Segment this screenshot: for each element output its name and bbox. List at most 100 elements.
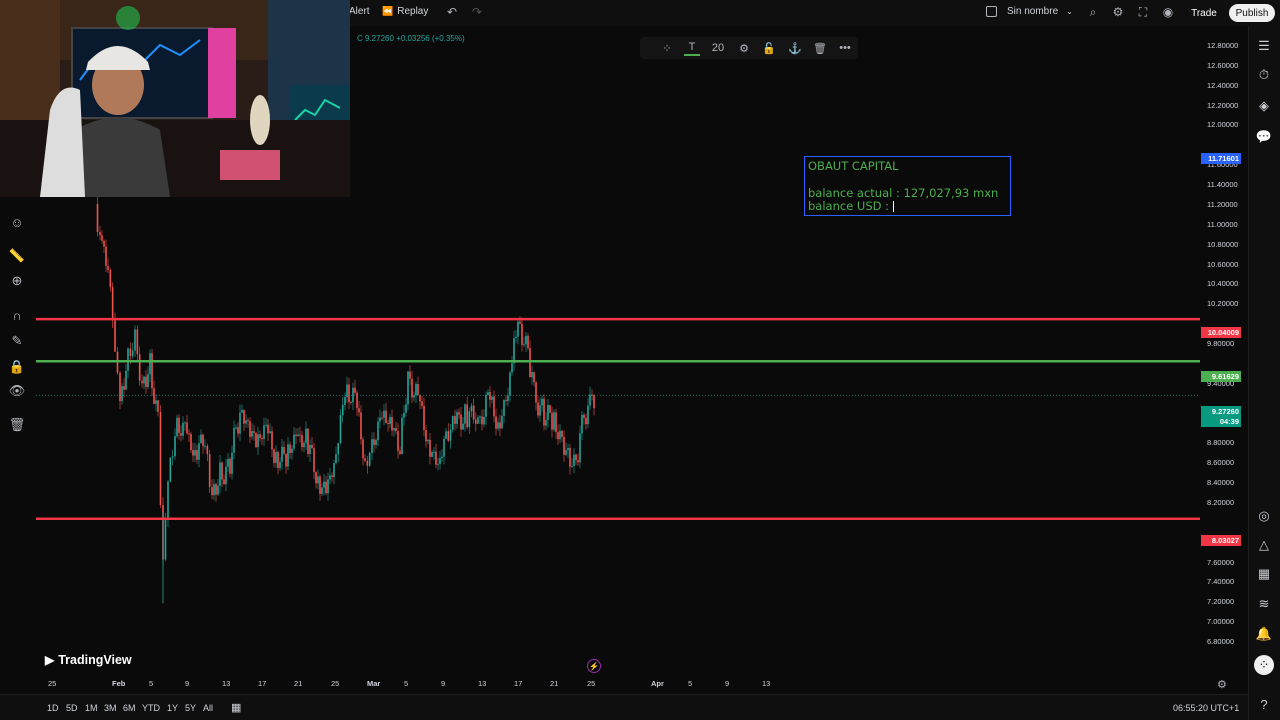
ideas-icon[interactable]: △ [1254, 535, 1274, 555]
date-tick: 5 [688, 679, 693, 688]
candle-body [315, 472, 317, 484]
pencil-lock-icon[interactable]: ✎ [7, 331, 27, 351]
camera-icon[interactable]: ◉ [1161, 5, 1175, 19]
candle-body [381, 417, 383, 419]
templates-icon[interactable]: ⁘ [659, 40, 675, 56]
candle-body [261, 438, 263, 440]
layers-icon[interactable]: ◈ [1254, 96, 1274, 116]
bolt-icon[interactable]: ⚡ [587, 659, 601, 673]
anchor-icon[interactable]: ⚓ [787, 40, 803, 56]
settings-icon[interactable]: ⚙ [1111, 5, 1125, 19]
note-balance-usd-line[interactable]: balance USD : [808, 200, 1007, 213]
candle-body [188, 433, 190, 435]
date-tick: Apr [651, 679, 664, 688]
calendar-range-icon[interactable]: ▦ [231, 701, 241, 714]
candle-body [437, 463, 439, 465]
candle-body [145, 376, 147, 388]
chat-icon[interactable]: 💬 [1254, 127, 1274, 147]
candle-body [311, 444, 313, 449]
candle-body [101, 235, 103, 241]
candle-body [521, 323, 523, 345]
target-icon[interactable]: ◎ [1254, 506, 1274, 526]
candle-body [509, 372, 511, 396]
candle-body [419, 395, 421, 402]
candle-body [549, 404, 551, 413]
candle-body [255, 432, 257, 448]
price-badge: 11.71601 [1201, 153, 1241, 164]
calendar-icon[interactable]: ▦ [1254, 564, 1274, 584]
candle-body [567, 448, 569, 451]
range-button[interactable]: 5Y [185, 703, 196, 713]
candle-body [391, 417, 393, 431]
eye-icon[interactable]: 👁 [7, 381, 27, 401]
replay-button[interactable]: ⏪ Replay [382, 6, 428, 17]
range-button[interactable]: 1M [85, 703, 98, 713]
alert-button[interactable]: Alert [349, 6, 370, 17]
redo-icon[interactable]: ↷ [470, 5, 484, 19]
fullscreen-icon[interactable]: ⛶ [1136, 5, 1150, 19]
range-button[interactable]: 1D [47, 703, 59, 713]
font-size-button[interactable]: 20 [710, 40, 726, 56]
candle-body [470, 405, 473, 412]
note-balance-usd: balance USD : [808, 199, 893, 214]
axis-settings-icon[interactable]: ⚙ [1217, 678, 1227, 691]
magnet-icon[interactable]: ∩ [7, 305, 27, 325]
streams-icon[interactable]: ≋ [1254, 594, 1274, 614]
quick-search-icon[interactable]: ⌕ [1086, 5, 1100, 19]
replay-label: Replay [397, 6, 429, 17]
help-icon[interactable]: ? [1254, 694, 1274, 714]
candle-body [235, 427, 237, 429]
date-tick: 9 [725, 679, 730, 688]
candle-body [385, 410, 387, 424]
apps-grid-icon[interactable]: ⁘ [1254, 655, 1274, 675]
chevron-down-icon: ⌄ [1066, 7, 1073, 16]
range-button[interactable]: All [203, 703, 213, 713]
watchlist-icon[interactable]: ☰ [1254, 36, 1274, 56]
candle-body [141, 380, 143, 384]
candle-body [559, 430, 561, 440]
candle-body [176, 417, 178, 437]
candle-body [511, 363, 513, 373]
lock-icon[interactable]: 🔒 [7, 357, 27, 377]
range-button[interactable]: 3M [104, 703, 117, 713]
candle-body [523, 344, 525, 346]
candle-body [233, 427, 235, 453]
text-note[interactable]: OBAUT CAPITAL balance actual : 127,027,9… [804, 156, 1011, 216]
trash-icon[interactable]: 🗑 [7, 415, 27, 435]
lock-icon[interactable]: 🔓 [761, 40, 777, 56]
range-button[interactable]: 5D [66, 703, 78, 713]
candle-body [358, 408, 360, 413]
range-button[interactable]: YTD [142, 703, 160, 713]
candle-body [186, 422, 188, 434]
publish-button[interactable]: Publish [1229, 4, 1275, 22]
trade-button[interactable]: Trade [1184, 4, 1224, 22]
undo-icon[interactable]: ↶ [445, 5, 459, 19]
candle-body [138, 354, 141, 381]
more-icon[interactable]: ••• [837, 40, 853, 56]
emoji-icon[interactable]: ☺ [7, 212, 27, 232]
candle-body [403, 412, 405, 418]
candle-body [178, 417, 180, 434]
layout-selector[interactable]: Sin nombre ⌄ [986, 6, 1073, 17]
ruler-icon[interactable]: 📏 [7, 246, 27, 266]
candle-body [103, 240, 105, 247]
candle-body [208, 454, 211, 487]
text-color-icon[interactable]: T [684, 40, 700, 56]
candle-body [585, 418, 587, 425]
range-button[interactable]: 6M [123, 703, 136, 713]
notifications-icon[interactable]: 🔔 [1254, 624, 1274, 644]
trash-icon[interactable]: 🗑 [812, 40, 828, 56]
candle-body [229, 458, 231, 474]
alerts-clock-icon[interactable]: ⏱ [1254, 65, 1274, 85]
range-button[interactable]: 1Y [167, 703, 178, 713]
price-tick: 7.60000 [1207, 557, 1235, 567]
settings-icon[interactable]: ⚙ [736, 40, 752, 56]
candle-body [537, 402, 539, 416]
price-axis[interactable]: 12.80000 12.60000 12.40000 12.20000 12.00000… [1200, 30, 1248, 675]
zoom-in-icon[interactable]: ⊕ [7, 271, 27, 291]
candle-body [325, 481, 327, 494]
replay-icon: ⏪ [382, 6, 394, 16]
price-badge: 10.04009 [1201, 327, 1241, 338]
candle-body [561, 430, 563, 437]
price-tick: 7.00000 [1207, 617, 1235, 627]
